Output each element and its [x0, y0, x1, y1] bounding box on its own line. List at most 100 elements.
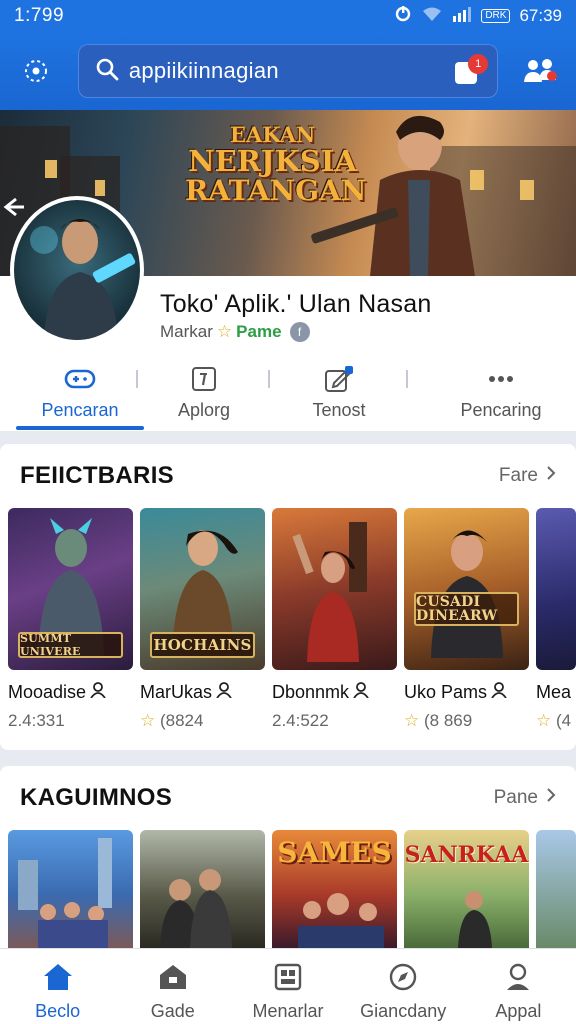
account-icon: [504, 961, 532, 993]
app-meta: Markar ☆ Pame f: [160, 322, 310, 342]
game-card[interactable]: Mea ☆ (4: [536, 508, 576, 731]
tab-pencaran[interactable]: Pencaran: [16, 360, 144, 430]
nav-label: Beclo: [35, 1001, 81, 1021]
game-card[interactable]: [140, 830, 265, 948]
star-icon: ☆: [404, 711, 420, 730]
home-icon: [42, 961, 74, 993]
people-icon[interactable]: [520, 51, 560, 91]
bottom-navigation: Beclo Gade Menarlar Giancdany Appal: [0, 948, 576, 1024]
game-name-text: Mea: [536, 682, 572, 702]
game-card[interactable]: CUSADI DINEARW Uko Pams ☆ (8 869: [404, 508, 529, 731]
app-avatar: [10, 196, 144, 344]
game-name: Mooadise: [8, 682, 133, 703]
app-badge-label: Pame: [236, 322, 282, 341]
see-more-label: Fare: [498, 465, 538, 486]
nav-label: Giancdany: [360, 1001, 447, 1021]
tab-label: Pencaran: [41, 400, 119, 420]
game-name-text: MarUkas: [140, 682, 213, 702]
game-name: Uko Pams: [404, 682, 529, 703]
search-input[interactable]: appiikiinnagian: [129, 58, 455, 84]
game-title-plate: SUMMT UNIVERE: [18, 632, 123, 658]
tab-label: Tenost: [312, 400, 366, 420]
nav-label: Menarlar: [252, 1001, 324, 1021]
game-name: Mea: [536, 682, 576, 703]
section-title: FEIICTBARIS: [20, 462, 174, 489]
person-icon: [216, 682, 232, 703]
edit-icon: [324, 364, 354, 394]
tab-divider: [406, 370, 408, 388]
nav-gade[interactable]: Gade: [115, 949, 230, 1024]
chevron-right-icon: [546, 787, 556, 809]
tab-divider: [268, 370, 270, 388]
game-rating: 2.4:331: [8, 711, 65, 730]
game-card[interactable]: [536, 830, 576, 948]
game-thumbnail: SUMMT UNIVERE: [8, 508, 133, 670]
game-thumbnail: [140, 830, 265, 948]
nav-label: Gade: [150, 1001, 195, 1021]
game-card[interactable]: HOCHAINS MarUkas ☆ (8824: [140, 508, 265, 731]
person-icon: [90, 682, 106, 703]
sync-icon: [394, 5, 412, 28]
game-name: Dbonnmk: [272, 682, 397, 703]
battery-icon: DRK: [481, 9, 511, 23]
settings-icon[interactable]: [16, 51, 56, 91]
kaguimnos-section: KAGUIMNOS Pane SAMES SANRKAA: [0, 766, 576, 956]
shopping-bag-icon[interactable]: 1: [455, 54, 489, 86]
see-more-label: Pane: [493, 787, 538, 808]
game-name-text: Dbonnmk: [272, 682, 350, 702]
status-time: 1:799: [14, 5, 65, 26]
developer-name[interactable]: Markar: [160, 322, 213, 342]
game-rating: ☆ (8824: [140, 711, 265, 731]
games-icon: [158, 961, 188, 993]
tab-label: Aplorg: [177, 400, 231, 420]
see-more-link[interactable]: Pane: [494, 787, 556, 809]
back-arrow-icon[interactable]: [0, 188, 26, 226]
status-clock: 67:39: [519, 6, 562, 25]
apps-icon: [274, 961, 302, 993]
game-rating-text: (4: [555, 711, 572, 730]
kaguimnos-header: KAGUIMNOS Pane: [20, 784, 556, 812]
section-title: KAGUIMNOS: [20, 784, 173, 811]
game-title-plate: HOCHAINS: [150, 632, 255, 658]
tab-label: Pencaring: [460, 400, 542, 420]
tab-tenost[interactable]: Tenost: [264, 360, 414, 430]
game-card[interactable]: Dbonnmk 2.4:522: [272, 508, 397, 731]
nav-appal[interactable]: Appal: [461, 949, 576, 1024]
game-name: MarUkas: [140, 682, 265, 703]
person-icon: [353, 682, 369, 703]
facebook-icon[interactable]: f: [289, 322, 310, 342]
game-card[interactable]: [8, 830, 133, 948]
banner-hero-figure: [311, 115, 475, 276]
person-icon: [491, 682, 507, 703]
game-rating-text: (8824: [159, 711, 204, 730]
game-title-plate: CUSADI DINEARW: [414, 592, 519, 626]
nav-menarlar[interactable]: Menarlar: [230, 949, 345, 1024]
search-bar[interactable]: appiikiinnagian 1: [77, 44, 499, 98]
game-thumbnail: CUSADI DINEARW: [404, 508, 529, 670]
tab-aplorg[interactable]: Aplorg: [144, 360, 264, 430]
game-card[interactable]: SANRKAA: [404, 830, 529, 948]
game-thumbnail: HOCHAINS: [140, 508, 265, 670]
tab-pencaring[interactable]: Pencaring: [426, 360, 576, 430]
featured-header: FEIICTBARIS Fare: [20, 462, 556, 490]
gamepad-icon: [64, 364, 96, 394]
notification-badge: 1: [468, 54, 489, 74]
more-icon: [488, 364, 514, 394]
app-bar: appiikiinnagian 1: [0, 32, 576, 110]
game-card[interactable]: SUMMT UNIVERE Mooadise 2.4:331: [8, 508, 133, 731]
nav-label: Appal: [495, 1001, 542, 1021]
chevron-right-icon: [546, 465, 556, 487]
see-more-link[interactable]: Fare: [499, 465, 556, 487]
star-icon: ☆: [536, 711, 552, 730]
nav-giancdany[interactable]: Giancdany: [346, 949, 461, 1024]
game-rating: ☆ (8 869: [404, 711, 529, 731]
game-thumbnail: [8, 830, 133, 948]
game-card[interactable]: SAMES: [272, 830, 397, 948]
game-rating: ☆ (4: [536, 711, 576, 731]
featured-carousel[interactable]: SUMMT UNIVERE Mooadise 2.4:331 HOCHAINS …: [8, 508, 576, 731]
kaguimnos-carousel[interactable]: SAMES SANRKAA: [8, 830, 576, 948]
game-thumbnail: SANRKAA: [404, 830, 529, 948]
game-thumbnail: SAMES: [272, 830, 397, 948]
featured-section: FEIICTBARIS Fare SUMMT UNIVERE Mooadise …: [0, 444, 576, 750]
nav-beclo[interactable]: Beclo: [0, 949, 115, 1024]
